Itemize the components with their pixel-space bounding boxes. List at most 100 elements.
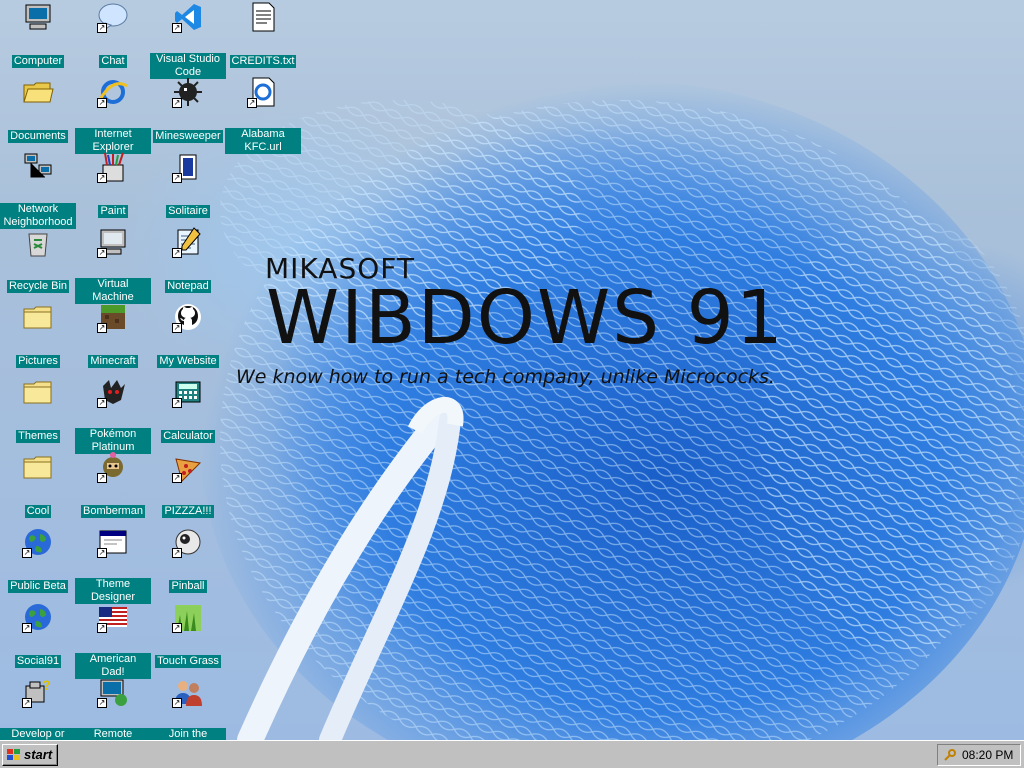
clock[interactable]: 08:20 PM	[962, 748, 1013, 762]
key-icon[interactable]	[944, 749, 956, 761]
desktop-icon-public-beta[interactable]: ↗ Public Beta	[0, 526, 76, 594]
grass-icon: ↗	[172, 601, 204, 633]
desktop-icon-pictures[interactable]: Pictures	[0, 301, 76, 369]
desktop-icon-label: Pinball	[169, 580, 207, 593]
desktop-icon-label: Themes	[16, 430, 60, 443]
shortcut-arrow-icon: ↗	[97, 323, 107, 333]
desktop-icon-remote-desktop[interactable]: ↗ Remote Desktop	[75, 676, 151, 740]
desktop-icon-themes[interactable]: Themes	[0, 376, 76, 444]
desktop-icon-label: Remote Desktop	[75, 728, 151, 740]
shortcut-arrow-icon: ↗	[97, 398, 107, 408]
desktop-icon-label: Public Beta	[8, 580, 68, 593]
desktop-icon-theme-designer[interactable]: ↗ Theme Designer	[75, 526, 151, 605]
desktop-icon-american-dad[interactable]: ↗ American Dad!	[75, 601, 151, 680]
desktop-icon-touch-grass[interactable]: ↗ Touch Grass	[150, 601, 226, 669]
shortcut-arrow-icon: ↗	[172, 398, 182, 408]
shortcut-arrow-icon: ↗	[172, 623, 182, 633]
desktop-icon-documents[interactable]: Documents	[0, 76, 76, 144]
folder-open-icon	[22, 76, 54, 108]
desktop-icon-label: Bomberman	[81, 505, 145, 518]
desktop-icon-label: Minesweeper	[153, 130, 223, 143]
globe-icon: ↗	[22, 601, 54, 633]
desktop-icon-minesweeper[interactable]: ↗ Minesweeper	[150, 76, 226, 144]
desktop-icon-label: Touch Grass	[155, 655, 221, 668]
desktop-icon-label: Minecraft	[88, 355, 138, 368]
shortcut-arrow-icon: ↗	[172, 98, 182, 108]
desktop-icon-join-the-community[interactable]: ↗ Join the Community	[150, 676, 226, 740]
shortcut-arrow-icon: ↗	[97, 98, 107, 108]
ie-link-icon: ↗	[247, 76, 279, 108]
network-icon	[22, 151, 54, 183]
desktop-icon-recycle-bin[interactable]: Recycle Bin	[0, 226, 76, 294]
shortcut-arrow-icon: ↗	[97, 698, 107, 708]
desktop-icon-paint[interactable]: ↗ Paint	[75, 151, 151, 219]
desktop-icon-cool[interactable]: Cool	[0, 451, 76, 519]
notepad-icon: ↗	[172, 226, 204, 258]
recycle-bin-icon	[22, 226, 54, 258]
shortcut-arrow-icon: ↗	[172, 548, 182, 558]
windows-logo-icon	[7, 749, 20, 760]
shortcut-arrow-icon: ↗	[22, 623, 32, 633]
folder-icon	[22, 301, 54, 333]
desktop-icon-bomberman[interactable]: ↗ Bomberman	[75, 451, 151, 519]
shortcut-arrow-icon: ↗	[172, 248, 182, 258]
people-icon: ↗	[172, 676, 204, 708]
setup-icon: ? ↗	[22, 676, 54, 708]
desktop-icon-calculator[interactable]: ↗ Calculator	[150, 376, 226, 444]
virtual-machine-icon: ↗	[97, 226, 129, 258]
desktop-icon-label: PIZZZA!!!	[162, 505, 214, 518]
desktop-icon-visual-studio-code[interactable]: ↗ Visual Studio Code	[150, 1, 226, 80]
desktop-icon-network-neighborhood[interactable]: Network Neighborhood	[0, 151, 76, 230]
shortcut-arrow-icon: ↗	[22, 698, 32, 708]
paint-icon: ↗	[97, 151, 129, 183]
computer-icon	[22, 1, 54, 33]
shortcut-arrow-icon: ↗	[172, 473, 182, 483]
desktop-icon-label: Calculator	[161, 430, 215, 443]
taskbar: start 08:20 PM	[0, 740, 1024, 768]
github-icon: ↗	[172, 301, 204, 333]
pizza-icon: ↗	[172, 451, 204, 483]
desktop-icon-computer[interactable]: Computer	[0, 1, 76, 69]
desktop-icon-pizzza[interactable]: ↗ PIZZZA!!!	[150, 451, 226, 519]
desktop-icon-virtual-machine[interactable]: ↗ Virtual Machine	[75, 226, 151, 305]
pokemon-icon: ↗	[97, 376, 129, 408]
desktop-icon-notepad[interactable]: ↗ Notepad	[150, 226, 226, 294]
desktop[interactable]: MIKASOFT WIBDOWS 91 We know how to run a…	[0, 0, 1024, 740]
shortcut-arrow-icon: ↗	[247, 98, 257, 108]
bomberman-icon: ↗	[97, 451, 129, 483]
mine-icon: ↗	[172, 76, 204, 108]
folder-icon	[22, 376, 54, 408]
desktop-icon-solitaire[interactable]: ↗ Solitaire	[150, 151, 226, 219]
internet-explorer-icon: ↗	[97, 76, 129, 108]
brand-title: WIBDOWS 91	[266, 275, 785, 361]
desktop-icon-chat[interactable]: ↗ Chat	[75, 1, 151, 69]
desktop-icon-label: Notepad	[165, 280, 211, 293]
desktop-icon-alabama-kfc-url[interactable]: ↗ Alabama KFC.url	[225, 76, 301, 155]
shortcut-arrow-icon: ↗	[172, 23, 182, 33]
desktop-icon-social91[interactable]: ↗ Social91	[0, 601, 76, 669]
desktop-icon-label: Join the Community	[150, 728, 226, 740]
window-icon: ↗	[97, 526, 129, 558]
shortcut-arrow-icon: ↗	[22, 548, 32, 558]
start-button[interactable]: start	[2, 744, 58, 766]
cards-icon: ↗	[172, 151, 204, 183]
desktop-icon-develop-or-install[interactable]: ?↗ Develop or Install	[0, 676, 76, 740]
desktop-icon-minecraft[interactable]: ↗ Minecraft	[75, 301, 151, 369]
desktop-icon-label: Chat	[99, 55, 127, 68]
desktop-icon-label: My Website	[157, 355, 219, 368]
calculator-icon: ↗	[172, 376, 204, 408]
desktop-icon-pinball[interactable]: ↗ Pinball	[150, 526, 226, 594]
desktop-icon-pok-mon-platinum[interactable]: ↗ Pokémon Platinum	[75, 376, 151, 455]
shortcut-arrow-icon: ↗	[97, 623, 107, 633]
vscode-icon: ↗	[172, 1, 204, 33]
desktop-icon-my-website[interactable]: ↗ My Website	[150, 301, 226, 369]
shortcut-arrow-icon: ↗	[97, 23, 107, 33]
desktop-icon-label: Cool	[24, 505, 52, 518]
desktop-icon-credits-txt[interactable]: CREDITS.txt	[225, 1, 301, 69]
shortcut-arrow-icon: ↗	[97, 473, 107, 483]
shortcut-arrow-icon: ↗	[172, 173, 182, 183]
shortcut-arrow-icon: ↗	[97, 248, 107, 258]
desktop-icon-label: Develop or Install	[0, 728, 76, 740]
desktop-icon-internet-explorer[interactable]: ↗ Internet Explorer	[75, 76, 151, 155]
shortcut-arrow-icon: ↗	[97, 173, 107, 183]
